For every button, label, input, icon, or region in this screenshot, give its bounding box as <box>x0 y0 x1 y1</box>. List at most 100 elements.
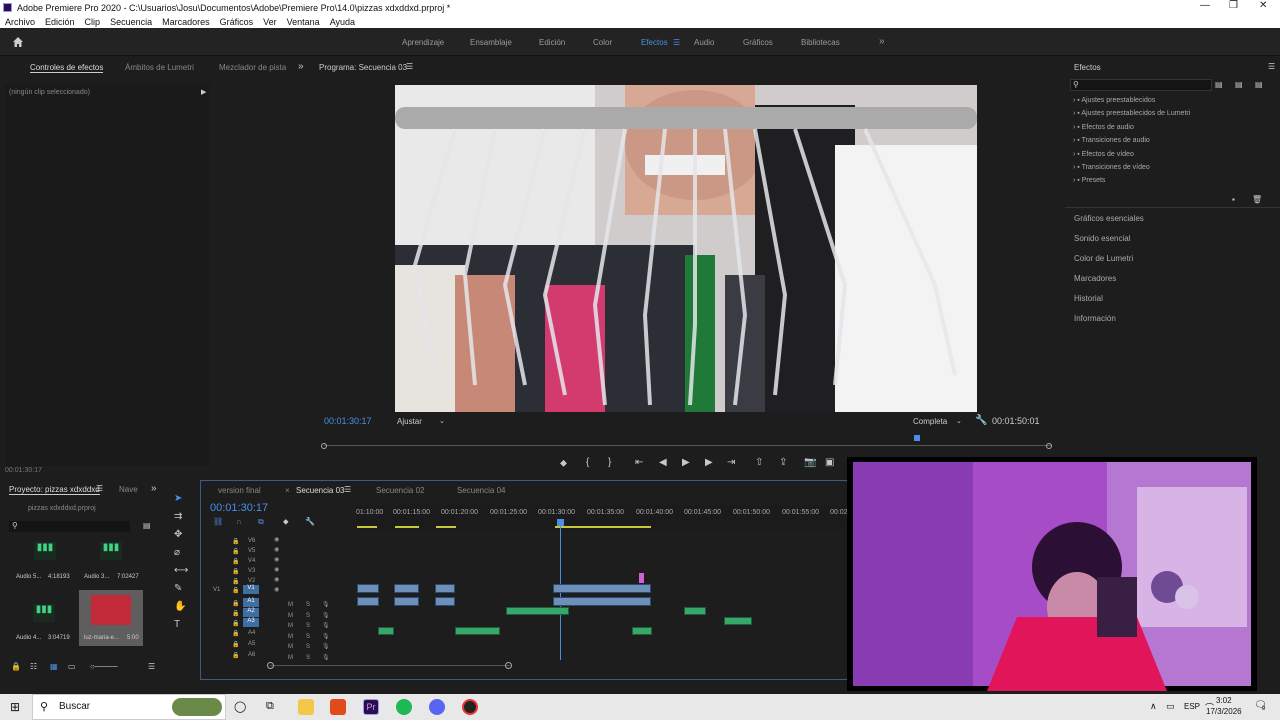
tab-project[interactable]: Proyecto: pizzas xdxddxd <box>9 485 100 495</box>
sort-icon[interactable]: ☰ <box>148 662 155 671</box>
new-bin-icon[interactable]: ▤ <box>143 521 151 530</box>
fit-dropdown[interactable]: Ajustar <box>397 417 422 426</box>
restore-icon[interactable]: ❐ <box>1229 0 1238 11</box>
workspace-graficos[interactable]: Gráficos <box>743 38 773 47</box>
audio-waveform-icon[interactable]: ▮▮▮ <box>100 542 122 560</box>
track-label[interactable]: A1 <box>243 598 259 607</box>
menu-marcadores[interactable]: Marcadores <box>162 17 210 27</box>
timeline-playhead[interactable] <box>560 526 561 660</box>
lock-icon[interactable]: 🔒 <box>11 662 21 671</box>
track-select-tool-icon[interactable]: ⇉ <box>174 511 182 522</box>
clock-time[interactable]: 3:02 <box>1216 696 1232 705</box>
snap-icon[interactable]: ∩ <box>236 517 242 526</box>
mark-out-icon[interactable]: } <box>608 457 611 468</box>
add-marker-icon[interactable]: ⬥ <box>283 517 289 527</box>
audio-linked-clip[interactable] <box>394 597 419 606</box>
wrench-icon[interactable]: 🔧 <box>975 415 987 426</box>
premiere-pro-icon[interactable]: Pr <box>363 699 379 715</box>
track-label[interactable]: V1 <box>243 585 259 594</box>
delete-icon[interactable]: 🗑 <box>1252 195 1262 204</box>
project-item-name[interactable]: Audio 3... <box>84 574 109 580</box>
type-tool-icon[interactable]: T <box>174 619 180 630</box>
close-icon[interactable]: ✕ <box>1259 0 1267 11</box>
compare-icon[interactable]: ▣ <box>825 457 834 468</box>
workspace-edicion[interactable]: Edición <box>539 38 565 47</box>
source-patch-label[interactable]: V1 <box>213 587 220 593</box>
toggle-track-output-icons[interactable]: ◉ ◉ ◉ ◉ ◉ ◉ <box>274 535 286 595</box>
video-clip[interactable] <box>553 584 651 593</box>
system-tray-chevron-icon[interactable]: ∧ <box>1150 701 1157 712</box>
workspace-audio[interactable]: Audio <box>694 38 714 47</box>
lock-icon[interactable]: 🔒 <box>232 578 239 585</box>
go-to-in-icon[interactable]: ⇤ <box>635 457 643 468</box>
widgets-icon[interactable]: ⧉ <box>266 700 274 713</box>
timeline-tab[interactable]: Secuencia 04 <box>457 486 505 495</box>
section-markers[interactable]: Marcadores <box>1074 274 1116 283</box>
play-icon[interactable]: ▶ <box>682 457 690 468</box>
new-bin-icon[interactable]: ▪ <box>1232 195 1235 204</box>
menu-edicion[interactable]: Edición <box>45 17 75 27</box>
spotify-icon[interactable] <box>396 699 412 715</box>
section-essential-graphics[interactable]: Gráficos esenciales <box>1074 214 1144 223</box>
voice-over-icons[interactable]: 🎙 🎙 🎙 🎙 🎙 🎙 <box>322 600 334 663</box>
menu-secuencia[interactable]: Secuencia <box>110 17 152 27</box>
project-item-name[interactable]: Audio 4... <box>16 635 41 641</box>
yuv-effects-icon[interactable]: ▤ <box>1255 80 1263 89</box>
section-info[interactable]: Información <box>1074 314 1116 323</box>
workspace-aprendizaje[interactable]: Aprendizaje <box>402 38 444 47</box>
linked-selection-icon[interactable]: ⧉ <box>258 517 264 527</box>
workspace-efectos[interactable]: Efectos <box>641 38 668 47</box>
project-item-name[interactable]: Audio 5... <box>16 574 41 580</box>
track-label[interactable]: A3 <box>243 618 259 627</box>
hand-tool-icon[interactable]: ✋ <box>174 601 186 612</box>
icon-view-icon[interactable]: ▦ <box>50 662 58 671</box>
32bit-effects-icon[interactable]: ▤ <box>1235 80 1243 89</box>
timeline-settings-icon[interactable]: 🔧 <box>305 517 315 526</box>
program-scrubber[interactable] <box>324 445 1052 446</box>
audio-linked-clip[interactable] <box>435 597 455 606</box>
language-indicator[interactable]: ESP <box>1184 702 1200 711</box>
more-tabs-icon[interactable]: » <box>151 483 157 494</box>
go-to-out-icon[interactable]: ⇥ <box>727 457 735 468</box>
folder-item[interactable]: › ▪ Ajustes preestablecidos de Lumetri <box>1073 110 1273 123</box>
lock-icon[interactable]: 🔒 <box>232 548 239 555</box>
menu-ayuda[interactable]: Ayuda <box>330 17 355 27</box>
lock-icon[interactable]: 🔒 <box>232 620 239 627</box>
lock-icon[interactable]: 🔒 <box>232 558 239 565</box>
quality-chevron-down-icon[interactable]: ⌄ <box>956 417 962 425</box>
workspace-color[interactable]: Color <box>593 38 612 47</box>
audio-waveform-icon[interactable]: ▮▮▮ <box>33 604 55 622</box>
audio-clip[interactable] <box>684 607 706 615</box>
quality-dropdown[interactable]: Completa <box>913 417 947 426</box>
effects-menu-icon[interactable]: ☰ <box>1268 62 1275 71</box>
audio-clip[interactable] <box>724 617 752 625</box>
windows-start-icon[interactable]: ⊞ <box>10 700 20 714</box>
ripple-edit-tool-icon[interactable]: ✥ <box>174 529 182 540</box>
timeline-playhead-handle[interactable] <box>557 519 564 526</box>
folder-item[interactable]: › ▪ Transiciones de audio <box>1073 137 1273 150</box>
folder-item[interactable]: › ▪ Efectos de audio <box>1073 124 1273 137</box>
tab-navigator[interactable]: Nave <box>119 485 138 494</box>
scroll-handle-left[interactable] <box>267 662 274 669</box>
scroll-handle-right[interactable] <box>505 662 512 669</box>
clock-date[interactable]: 17/3/2026 <box>1206 707 1242 716</box>
lock-icon[interactable]: 🔒 <box>232 587 239 594</box>
lock-icon[interactable]: 🔒 <box>232 610 239 617</box>
add-marker-icon[interactable]: ⬥ <box>560 458 567 469</box>
selection-tool-icon[interactable]: ➤ <box>174 493 182 504</box>
lift-icon[interactable]: ⇧ <box>755 457 763 468</box>
audio-linked-clip[interactable] <box>553 597 651 606</box>
section-history[interactable]: Historial <box>1074 294 1103 303</box>
list-view-icon[interactable]: ☷ <box>30 662 37 671</box>
menu-graficos[interactable]: Gráficos <box>220 17 254 27</box>
folder-item[interactable]: › ▪ Ajustes preestablecidos <box>1073 97 1273 110</box>
file-explorer-icon[interactable] <box>298 699 314 715</box>
menu-archivo[interactable]: Archivo <box>5 17 35 27</box>
home-icon[interactable] <box>12 36 24 48</box>
minimize-icon[interactable]: — <box>1200 0 1210 11</box>
lock-icon[interactable]: 🔒 <box>232 568 239 575</box>
audio-clip[interactable] <box>632 627 652 635</box>
menu-ventana[interactable]: Ventana <box>287 17 320 27</box>
slip-tool-icon[interactable]: ⟷ <box>174 565 188 576</box>
folder-item[interactable]: › ▪ Transiciones de vídeo <box>1073 164 1273 177</box>
